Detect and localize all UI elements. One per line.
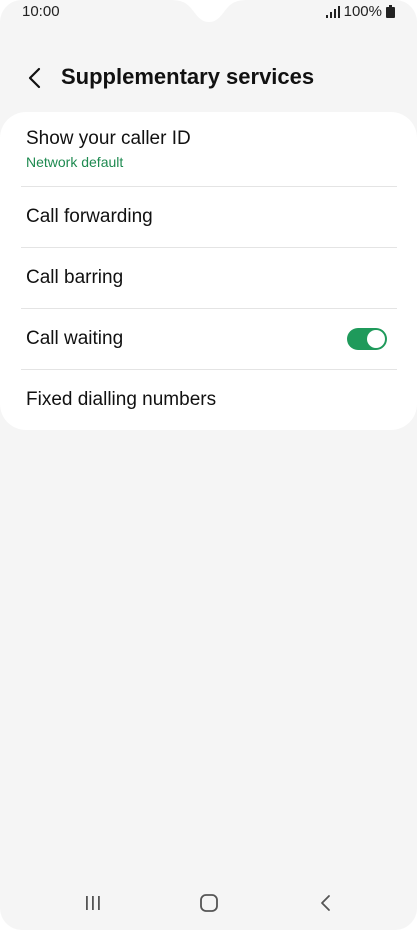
navigation-bar [0,878,417,928]
recents-button[interactable] [78,890,108,916]
setting-label: Show your caller ID [26,128,191,149]
toggle-knob [367,330,385,348]
signal-icon [325,5,340,18]
setting-label: Call barring [26,267,124,288]
setting-label: Call waiting [26,328,124,349]
battery-icon [386,5,395,18]
recents-icon [86,896,100,910]
setting-call-barring[interactable]: Call barring [21,248,397,308]
setting-label: Fixed dialling numbers [26,389,217,410]
status-indicators: 100% [325,3,395,20]
screen: 10:00 100% Supplementary services Show y… [0,0,417,930]
call-waiting-toggle[interactable] [347,328,387,350]
setting-label: Call forwarding [26,206,153,227]
settings-card: Show your caller ID Network default Call… [0,112,417,430]
nav-back-button[interactable] [311,890,341,916]
status-time: 10:00 [22,3,60,20]
home-icon [200,894,218,912]
back-icon [321,895,330,911]
battery-percentage: 100% [343,3,382,20]
home-button[interactable] [194,890,224,916]
setting-sublabel: Network default [26,154,124,170]
header: Supplementary services [0,54,417,102]
status-bar: 10:00 100% [0,0,417,26]
page-title: Supplementary services [61,64,315,89]
setting-fixed-dialling-numbers[interactable]: Fixed dialling numbers [21,370,397,430]
camera-notch [170,0,248,22]
setting-call-forwarding[interactable]: Call forwarding [21,187,397,247]
back-arrow-icon [28,67,41,89]
setting-call-waiting[interactable]: Call waiting [21,309,397,369]
setting-show-caller-id[interactable]: Show your caller ID Network default [21,112,397,186]
back-button[interactable] [18,62,50,94]
